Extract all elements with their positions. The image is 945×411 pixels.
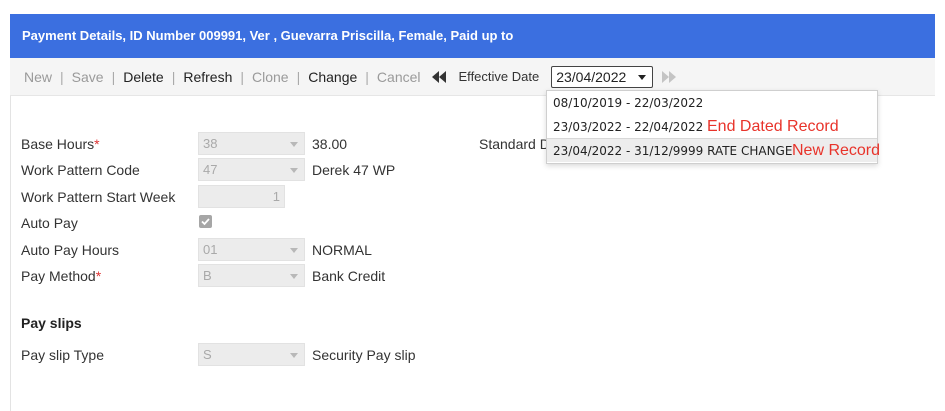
next-record-icon[interactable] — [661, 70, 677, 84]
toolbar-divider: | — [240, 68, 244, 85]
effective-date-select[interactable]: 23/04/2022 — [551, 65, 654, 88]
work-pattern-code-description: Derek 47 WP — [312, 162, 396, 178]
auto-pay-hours-label: Auto Pay Hours — [21, 242, 120, 258]
toolbar-divider: | — [60, 68, 64, 85]
auto-pay-checkbox[interactable] — [199, 215, 212, 228]
base-hours-select[interactable]: 38 — [198, 132, 305, 155]
previous-record-icon[interactable] — [431, 70, 447, 84]
work-pattern-code-label: Work Pattern Code — [21, 162, 140, 178]
cancel-button[interactable]: Cancel — [375, 69, 423, 85]
effective-date-label: Effective Date — [458, 69, 540, 84]
pay-method-label: Pay Method* — [21, 268, 102, 284]
effective-date-value: 23/04/2022 — [556, 68, 627, 85]
chevron-down-icon — [290, 274, 298, 279]
refresh-button[interactable]: Refresh — [181, 69, 234, 85]
chevron-down-icon — [290, 248, 298, 253]
work-pattern-start-week-input[interactable]: 1 — [198, 185, 285, 208]
standard-label: Standard D — [479, 136, 550, 152]
toolbar-divider: | — [365, 68, 369, 85]
auto-pay-label: Auto Pay — [21, 215, 78, 231]
base-hours-label: Base Hours* — [21, 136, 100, 152]
work-pattern-code-select[interactable]: 47 — [198, 158, 305, 181]
pay-method-select[interactable]: B — [198, 264, 305, 287]
new-button[interactable]: New — [22, 69, 54, 85]
toolbar-divider: | — [296, 68, 301, 85]
save-button[interactable]: Save — [70, 69, 106, 85]
check-icon — [201, 218, 210, 226]
auto-pay-hours-description: NORMAL — [312, 242, 372, 258]
chevron-down-icon — [290, 142, 298, 147]
chevron-down-icon — [290, 353, 298, 358]
work-pattern-start-week-label: Work Pattern Start Week — [21, 189, 176, 205]
delete-button[interactable]: Delete — [121, 69, 165, 85]
new-record-annotation: New Record — [792, 142, 881, 159]
payslip-type-description: Security Pay slip — [312, 347, 416, 363]
chevron-down-icon — [290, 168, 298, 173]
payslip-type-label: Pay slip Type — [21, 347, 105, 363]
dropdown-option[interactable]: 08/10/2019 - 22/03/2022 — [547, 91, 877, 115]
base-hours-description: 38.00 — [312, 136, 348, 152]
toolbar-divider: | — [171, 68, 176, 85]
payslips-section-title: Pay slips — [21, 315, 82, 331]
pay-method-description: Bank Credit — [312, 268, 386, 284]
payslip-type-select[interactable]: S — [198, 343, 305, 366]
clone-button[interactable]: Clone — [250, 69, 291, 85]
end-dated-annotation: End Dated Record — [707, 118, 839, 135]
panel-header: Payment Details, ID Number 009991, Ver ,… — [10, 14, 935, 58]
toolbar-divider: | — [111, 68, 116, 85]
page-title: Payment Details, ID Number 009991, Ver ,… — [22, 28, 514, 43]
change-button[interactable]: Change — [306, 69, 359, 85]
auto-pay-hours-select[interactable]: 01 — [198, 238, 305, 261]
chevron-down-icon — [638, 74, 647, 80]
